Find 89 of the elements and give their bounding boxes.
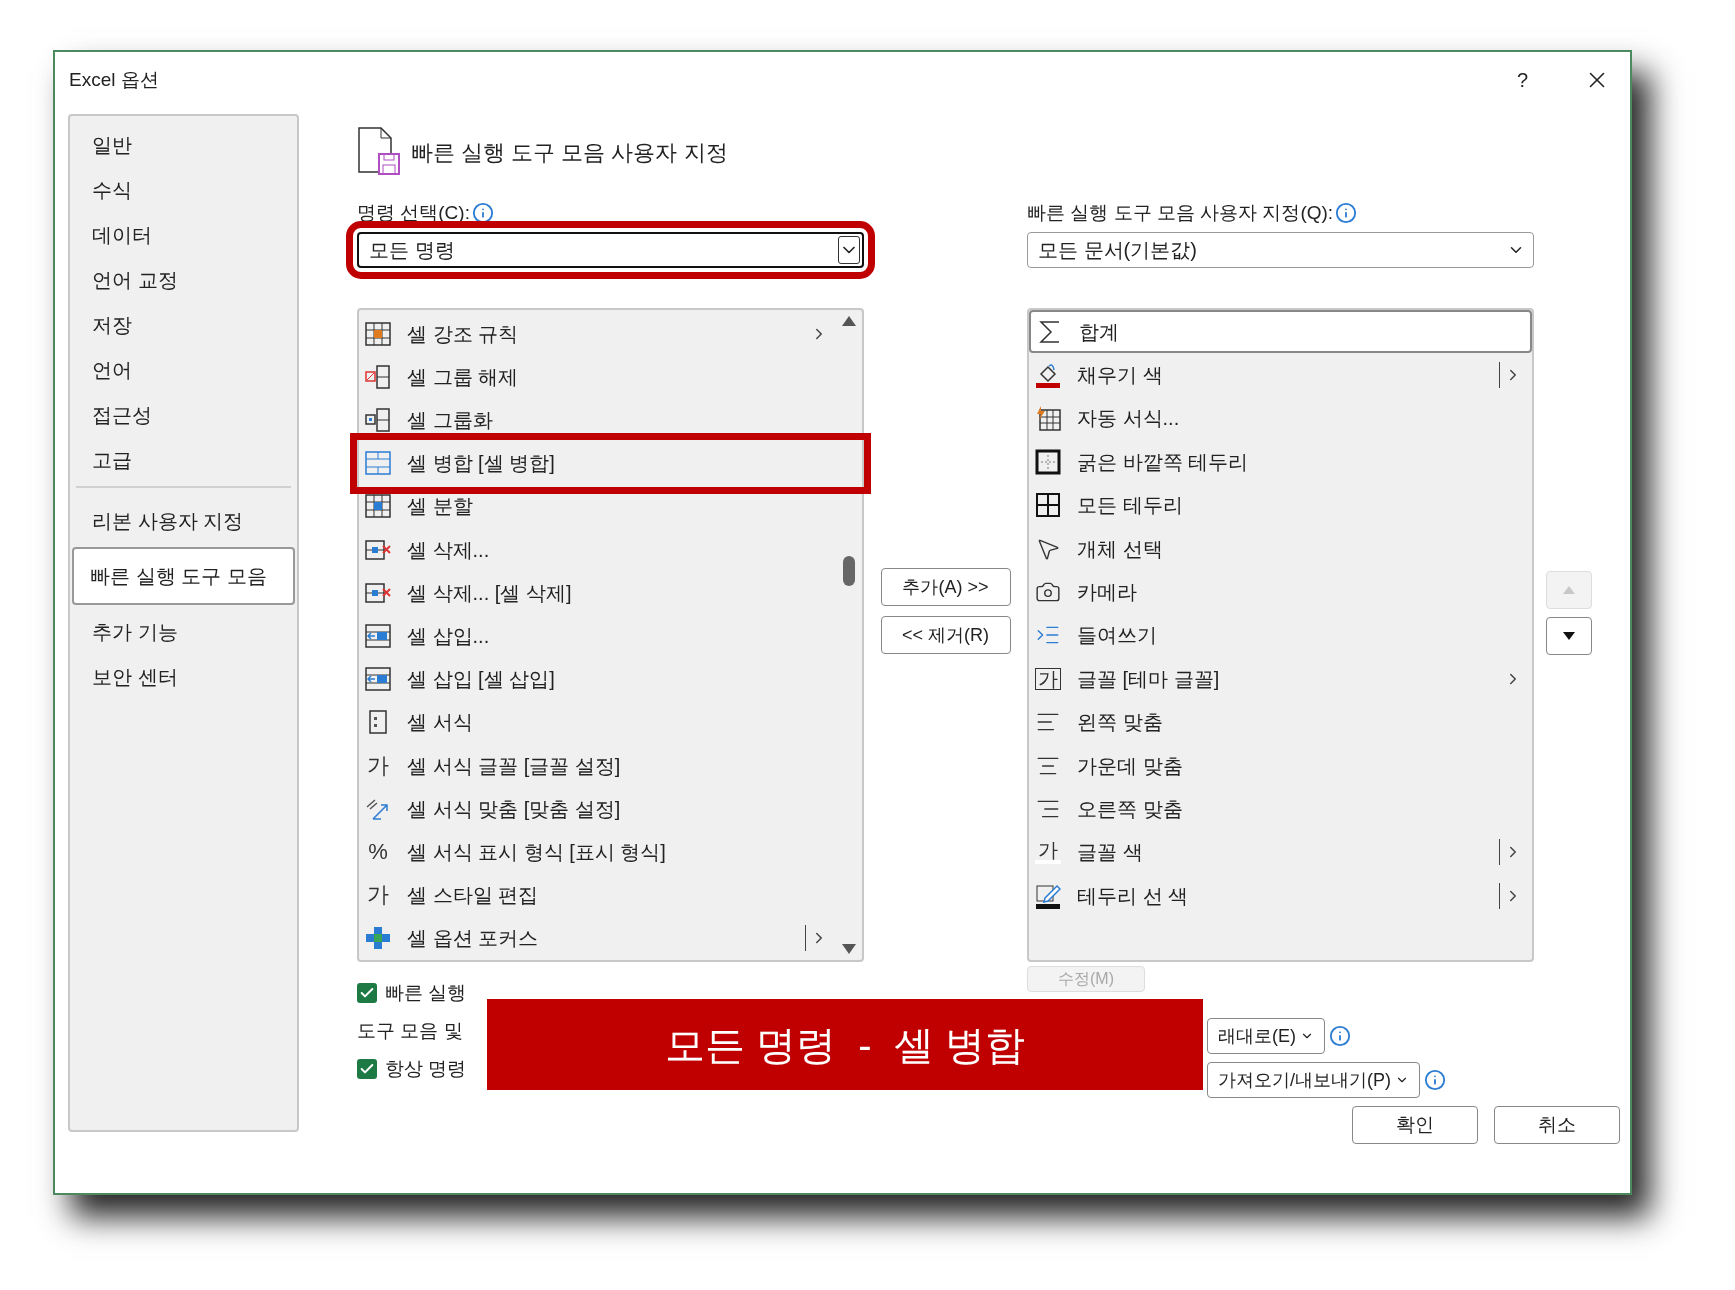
command-item[interactable]: 셀 병합 [셀 병합]	[359, 441, 862, 485]
command-item[interactable]: 셀 그룹화	[359, 398, 836, 442]
paint-bucket-icon	[1035, 362, 1061, 389]
pen-icon	[1035, 882, 1061, 909]
grid-icon	[1035, 492, 1061, 519]
toolbar-item[interactable]: 가 글꼴 색	[1029, 830, 1532, 875]
remove-button[interactable]: << 제거(R)	[880, 616, 1011, 654]
sidebar-item[interactable]: 추가 기능	[76, 609, 291, 654]
window-title: Excel 옵션	[69, 67, 159, 92]
sidebar-item[interactable]: 언어	[70, 347, 297, 392]
delete-cells-icon	[365, 537, 391, 562]
cross-icon	[365, 926, 391, 951]
info-icon	[1329, 1025, 1351, 1047]
sidebar-item[interactable]: 보안 센터	[76, 654, 291, 699]
sidebar-item[interactable]: 저장	[70, 302, 297, 347]
sidebar-item[interactable]: 고급	[70, 437, 297, 482]
section-title: 빠른 실행 도구 모음 사용자 지정	[411, 138, 728, 167]
scrollbar-thumb[interactable]	[843, 556, 855, 586]
toolbar-item[interactable]: 채우기 색	[1029, 353, 1532, 397]
toolbar-item[interactable]: 가 글꼴 [테마 글꼴]	[1029, 657, 1532, 701]
split-cells-icon	[365, 494, 391, 519]
glyph-icon: %	[365, 841, 391, 864]
group-icon	[365, 408, 391, 432]
info-icon	[1335, 202, 1358, 224]
field-label: 빠른 실행 도구 모음 사용자 지정(Q):	[1027, 200, 1334, 225]
toolbar-item[interactable]: 합계	[1029, 310, 1532, 354]
glyph-icon: 가	[365, 884, 391, 907]
checkbox-label: 빠른 실행	[385, 980, 467, 1005]
command-item[interactable]: % 셀 서식 표시 형식 [표시 형식]	[359, 830, 836, 874]
table-icon	[365, 321, 391, 346]
ok-button[interactable]: 확인	[1352, 1106, 1478, 1144]
command-item[interactable]: 가 셀 스타일 편집	[359, 873, 836, 917]
help-button[interactable]: ?	[1516, 65, 1528, 95]
delete-cells-icon	[365, 580, 391, 605]
toolbar-item[interactable]: 왼쪽 맞춤	[1029, 700, 1532, 744]
command-item[interactable]: 셀 옵션 포커스	[359, 916, 836, 961]
command-item[interactable]: 가 셀 서식 글꼴 [글꼴 설정]	[359, 744, 836, 788]
command-item[interactable]: 셀 분할	[359, 484, 836, 528]
toolbar-item[interactable]: 카메라	[1029, 570, 1532, 614]
document-dropdown[interactable]: 모든 문서(기본값)	[1027, 232, 1534, 268]
border-icon	[1035, 448, 1061, 475]
up-arrow-icon	[1563, 586, 1575, 594]
table-icon	[1035, 405, 1061, 432]
sidebar-item[interactable]: 수식	[70, 167, 297, 212]
glyph-icon: 가	[1035, 667, 1061, 690]
sidebar-item[interactable]: 일반	[70, 122, 297, 167]
command-item[interactable]: 셀 서식 맞춤 [맞춤 설정]	[359, 787, 836, 831]
ungroup-icon	[365, 364, 391, 389]
info-icon	[471, 202, 494, 224]
add-button[interactable]: 추가(A) >>	[880, 568, 1011, 606]
command-item[interactable]: 셀 삽입 [셀 삽입]	[359, 657, 836, 701]
cancel-button[interactable]: 취소	[1494, 1106, 1620, 1144]
slanted-text-icon	[365, 796, 391, 821]
toolbar-item[interactable]: 가운데 맞춤	[1029, 743, 1532, 788]
scroll-down-icon[interactable]	[842, 944, 856, 954]
document-icon	[357, 126, 403, 178]
command-item[interactable]: 셀 강조 규칙	[359, 312, 836, 356]
command-item[interactable]: 셀 삭제...	[359, 528, 836, 572]
scroll-up-icon[interactable]	[842, 316, 856, 326]
sidebar-item[interactable]: 접근성	[70, 392, 297, 437]
toolbar-item[interactable]: 자동 서식...	[1029, 396, 1532, 441]
toolbar-item[interactable]: 모든 테두리	[1029, 483, 1532, 527]
command-item[interactable]: 셀 삽입...	[359, 614, 836, 658]
glyph-icon: 가	[365, 754, 391, 777]
move-down-button[interactable]	[1546, 617, 1592, 655]
checkbox-label: 항상 명령	[385, 1056, 467, 1081]
toolbar-item[interactable]: 테두리 선 색	[1029, 874, 1532, 918]
reset-dropdown[interactable]: 래대로(E)	[1207, 1018, 1325, 1054]
sidebar-item[interactable]: 리본 사용자 지정	[76, 498, 291, 543]
toolbar-item[interactable]: 개체 선택	[1029, 526, 1532, 571]
info-icon	[1424, 1069, 1446, 1091]
command-item[interactable]: 셀 서식	[359, 700, 836, 745]
import-export-dropdown[interactable]: 가져오기/내보내기(P)	[1207, 1062, 1420, 1098]
down-arrow-icon	[1563, 632, 1575, 640]
toolbar-item[interactable]: 굵은 바깥쪽 테두리	[1029, 440, 1532, 484]
insert-cells-icon	[365, 667, 391, 692]
checkbox[interactable]	[357, 983, 377, 1003]
sidebar-item[interactable]: 데이터	[70, 212, 297, 257]
sidebar-item[interactable]: 언어 교정	[70, 257, 297, 302]
command-item[interactable]: 셀 그룹 해제	[359, 355, 836, 399]
command-item[interactable]: 셀 삭제... [셀 삭제]	[359, 571, 836, 615]
merge-cells-icon	[365, 451, 391, 476]
toolbar-item[interactable]: 들여쓰기	[1029, 613, 1532, 658]
insert-cells-icon	[365, 624, 391, 648]
toolbar-item[interactable]: 오른쪽 맞춤	[1029, 787, 1532, 831]
option-label: 도구 모음 및	[357, 1018, 463, 1043]
caption-banner: 모든 명령 - 셀 병합	[487, 999, 1203, 1090]
checkbox[interactable]	[357, 1059, 377, 1079]
sidebar-item[interactable]: 빠른 실행 도구 모음	[72, 547, 295, 605]
